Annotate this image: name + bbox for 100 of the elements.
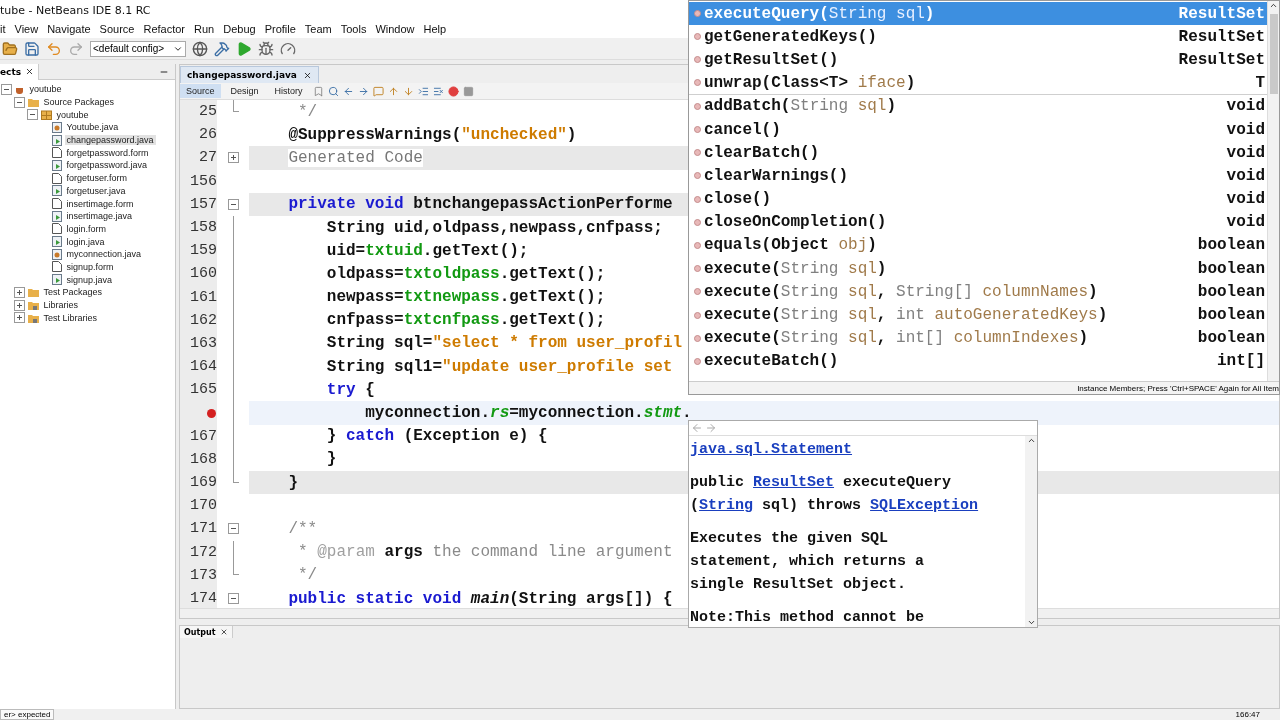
chevron-up-icon[interactable] (1026, 436, 1036, 445)
search-icon[interactable] (327, 85, 339, 97)
config-dropdown[interactable]: <default config> (90, 40, 186, 57)
type-link[interactable]: SQLException (870, 497, 979, 514)
menu-item[interactable]: Navigate (47, 23, 91, 35)
scrollbar[interactable] (1025, 436, 1037, 627)
bug-icon[interactable] (258, 40, 274, 57)
view-tab[interactable]: History (268, 84, 309, 98)
tree-item[interactable]: Libraries (41, 300, 80, 311)
close-icon[interactable] (25, 67, 35, 76)
line-number: 165 (190, 381, 217, 399)
method-icon (694, 10, 701, 18)
menu-item[interactable]: Tools (340, 23, 367, 35)
run-icon[interactable] (236, 40, 252, 57)
tree-item[interactable]: changepassword.java (64, 135, 156, 146)
method-icon (694, 288, 701, 296)
line-number: 159 (190, 242, 217, 260)
tree-item[interactable]: signup.java (64, 274, 115, 285)
folder-icon (27, 300, 39, 311)
type-link[interactable]: ResultSet (753, 474, 835, 491)
form-file-icon (51, 147, 62, 159)
stop-icon[interactable] (462, 85, 474, 97)
tree-item[interactable]: insertimage.form (64, 198, 136, 209)
folder-icon (27, 287, 39, 298)
expand-icon[interactable] (13, 299, 25, 311)
java-file-icon (51, 134, 62, 146)
view-tab[interactable]: Source (180, 84, 221, 98)
tree-item[interactable]: forgetpassword.java (64, 160, 150, 171)
line-number: 162 (190, 311, 217, 329)
tree-item[interactable]: youtube (27, 84, 64, 95)
menu-item[interactable]: it (0, 23, 6, 35)
method-icon (694, 265, 701, 273)
bookmark-icon[interactable] (312, 85, 324, 97)
tree-item[interactable]: myconnection.java (64, 249, 144, 260)
arrow-left-icon[interactable] (342, 85, 354, 97)
form-file-icon (51, 261, 62, 273)
menu-item[interactable]: Debug (223, 23, 256, 35)
hammer-icon[interactable] (214, 40, 230, 57)
collapse-fold-icon[interactable] (227, 198, 239, 210)
tree-item[interactable]: login.java (64, 236, 107, 247)
chevron-up-icon[interactable] (1269, 1, 1278, 10)
globe-icon[interactable] (192, 40, 208, 57)
chevron-down-icon[interactable] (1026, 618, 1036, 627)
method-icon (694, 149, 701, 157)
tree-item[interactable]: Test Packages (41, 287, 105, 298)
line-number: 168 (190, 450, 217, 468)
line-number: 174 (190, 590, 217, 608)
menu-item[interactable]: Team (304, 23, 332, 35)
close-icon[interactable] (219, 628, 228, 636)
tree-item[interactable]: insertimage.java (64, 211, 135, 222)
arrow-right-icon[interactable] (357, 85, 369, 97)
folder-icon (27, 312, 39, 323)
method-icon (694, 56, 701, 64)
arrow-up-icon[interactable] (387, 85, 399, 97)
form-file-icon (51, 198, 62, 210)
menu-item[interactable]: Run (194, 23, 215, 35)
record-icon[interactable] (447, 85, 459, 97)
view-tab[interactable]: Design (224, 84, 265, 98)
method-icon (694, 357, 701, 365)
scrollbar[interactable] (1267, 1, 1279, 381)
list-icon[interactable] (432, 85, 444, 97)
java-file-icon (51, 210, 62, 222)
tree-item[interactable]: forgetuser.java (64, 185, 128, 196)
tree-item[interactable]: Test Libraries (41, 312, 100, 323)
tree-item[interactable]: Youtube.java (64, 122, 121, 133)
menu-item[interactable]: Window (375, 23, 415, 35)
tree-item[interactable]: login.form (64, 223, 108, 234)
menu-item[interactable]: Profile (264, 23, 296, 35)
type-link[interactable]: String (699, 497, 754, 514)
menu-item[interactable]: Refactor (143, 23, 185, 35)
collapse-icon[interactable] (13, 96, 25, 108)
tree-item[interactable]: youtube (54, 109, 91, 120)
java-file-icon (51, 159, 62, 171)
folder-icon[interactable] (2, 40, 18, 57)
collapse-fold-icon[interactable] (227, 523, 239, 535)
gauge-icon[interactable] (280, 40, 296, 57)
tree-item[interactable]: signup.form (64, 261, 116, 272)
expand-fold-icon[interactable] (227, 152, 239, 164)
line-number: 163 (190, 334, 217, 352)
menu-item[interactable]: Source (99, 23, 135, 35)
line-number: 158 (190, 219, 217, 237)
expand-icon[interactable] (13, 286, 25, 298)
tree-item[interactable]: forgetuser.form (64, 173, 130, 184)
collapse-icon[interactable] (0, 83, 12, 95)
indent-icon[interactable] (417, 85, 429, 97)
menu-item[interactable]: Help (423, 23, 447, 35)
note-text: Note:This method cannot be (690, 608, 926, 628)
tree-item[interactable]: Source Packages (41, 97, 117, 108)
collapse-fold-icon[interactable] (227, 593, 239, 605)
line-number: 172 (190, 543, 217, 561)
save-icon[interactable] (24, 40, 40, 57)
expand-icon[interactable] (13, 312, 25, 324)
tree-item[interactable]: forgetpassword.form (64, 147, 151, 158)
menu-item[interactable]: View (14, 23, 39, 35)
scroll-thumb[interactable] (1269, 14, 1278, 94)
arrow-down-icon[interactable] (402, 85, 414, 97)
collapse-icon[interactable] (26, 109, 38, 121)
line-number: 170 (190, 497, 217, 515)
close-icon[interactable] (302, 70, 312, 80)
line-number: 173 (190, 566, 217, 584)
